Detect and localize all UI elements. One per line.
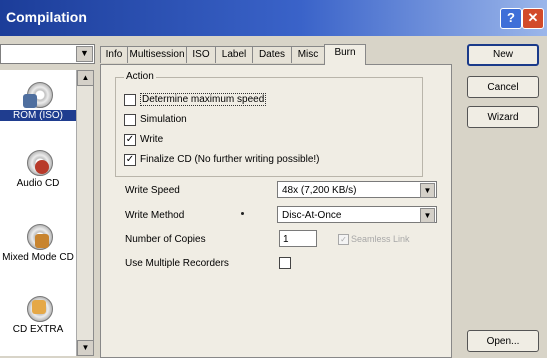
mixed-mode-cd-icon (23, 220, 53, 250)
cd-extra-icon (23, 292, 53, 322)
chevron-down-icon[interactable]: ▼ (420, 208, 435, 223)
cancel-button[interactable]: Cancel (467, 76, 539, 98)
list-item-cd-rom-iso[interactable]: ROM (ISO) (0, 78, 76, 121)
copies-label: Number of Copies (125, 234, 206, 245)
list-item-audio-cd[interactable]: Audio CD (0, 146, 76, 189)
seamless-link-checkbox[interactable]: ✓ (338, 234, 349, 245)
finalize-cd-label: Finalize CD (No further writing possible… (140, 154, 320, 165)
tab-iso[interactable]: ISO (186, 46, 216, 63)
write-method-select[interactable]: Disc-At-Once ▼ (277, 206, 437, 223)
tab-dates[interactable]: Dates (252, 46, 292, 63)
new-button[interactable]: New (467, 44, 539, 66)
action-group-title: Action (124, 71, 156, 82)
write-method-label: Write Method (125, 210, 185, 221)
open-button[interactable]: Open... (467, 330, 539, 352)
mouse-cursor-dot (241, 212, 244, 215)
write-method-value: Disc-At-Once (282, 210, 342, 221)
vertical-scrollbar[interactable]: ▲ ▼ (76, 70, 93, 356)
wizard-button[interactable]: Wizard (467, 106, 539, 128)
multiple-recorders-label: Use Multiple Recorders (125, 258, 229, 269)
write-speed-select[interactable]: 48x (7,200 KB/s) ▼ (277, 181, 437, 198)
finalize-cd-checkbox[interactable]: ✓ (124, 154, 136, 166)
list-item-label: ROM (ISO) (0, 110, 76, 121)
audio-cd-icon (23, 146, 53, 176)
tab-misc[interactable]: Misc (291, 46, 325, 63)
simulation-checkbox[interactable] (124, 114, 136, 126)
tab-label[interactable]: Label (215, 46, 253, 63)
list-item-label: Mixed Mode CD (2, 252, 74, 263)
close-button[interactable]: ✕ (522, 8, 544, 29)
tab-info[interactable]: Info (100, 46, 128, 63)
determine-speed-label: Determine maximum speed (140, 93, 267, 106)
scroll-up-icon[interactable]: ▲ (77, 70, 93, 86)
write-speed-value: 48x (7,200 KB/s) (282, 185, 357, 196)
action-group: Action Determine maximum speed Simulatio… (115, 71, 423, 177)
title-bar: Compilation ? ✕ (0, 0, 547, 36)
write-checkbox[interactable]: ✓ (124, 134, 136, 146)
compilation-type-list[interactable]: ROM (ISO) Audio CD Mixed Mode CD CD EXTR… (0, 70, 94, 356)
chevron-down-icon[interactable]: ▼ (420, 183, 435, 198)
help-button[interactable]: ? (500, 8, 522, 29)
tab-burn[interactable]: Burn (324, 44, 366, 65)
scroll-down-icon[interactable]: ▼ (77, 340, 93, 356)
cd-rom-iso-icon (23, 78, 53, 108)
list-item-mixed-mode-cd[interactable]: Mixed Mode CD (0, 220, 76, 263)
seamless-link-label: Seamless Link (351, 234, 410, 244)
tab-multisession[interactable]: Multisession (127, 46, 187, 63)
chevron-down-icon[interactable]: ▼ (76, 46, 93, 62)
copies-input[interactable]: 1 (279, 230, 317, 247)
write-speed-label: Write Speed (125, 185, 180, 196)
simulation-label: Simulation (140, 114, 187, 125)
determine-speed-checkbox[interactable] (124, 94, 136, 106)
list-item-cd-extra[interactable]: CD EXTRA (0, 292, 76, 335)
list-item-label: Audio CD (16, 178, 60, 189)
list-item-label: CD EXTRA (12, 324, 64, 335)
window-title: Compilation (6, 9, 87, 25)
burn-panel: Action Determine maximum speed Simulatio… (100, 64, 452, 358)
compilation-type-dropdown[interactable]: ▼ (0, 44, 95, 64)
multiple-recorders-checkbox[interactable] (279, 257, 291, 269)
write-label: Write (140, 134, 164, 145)
